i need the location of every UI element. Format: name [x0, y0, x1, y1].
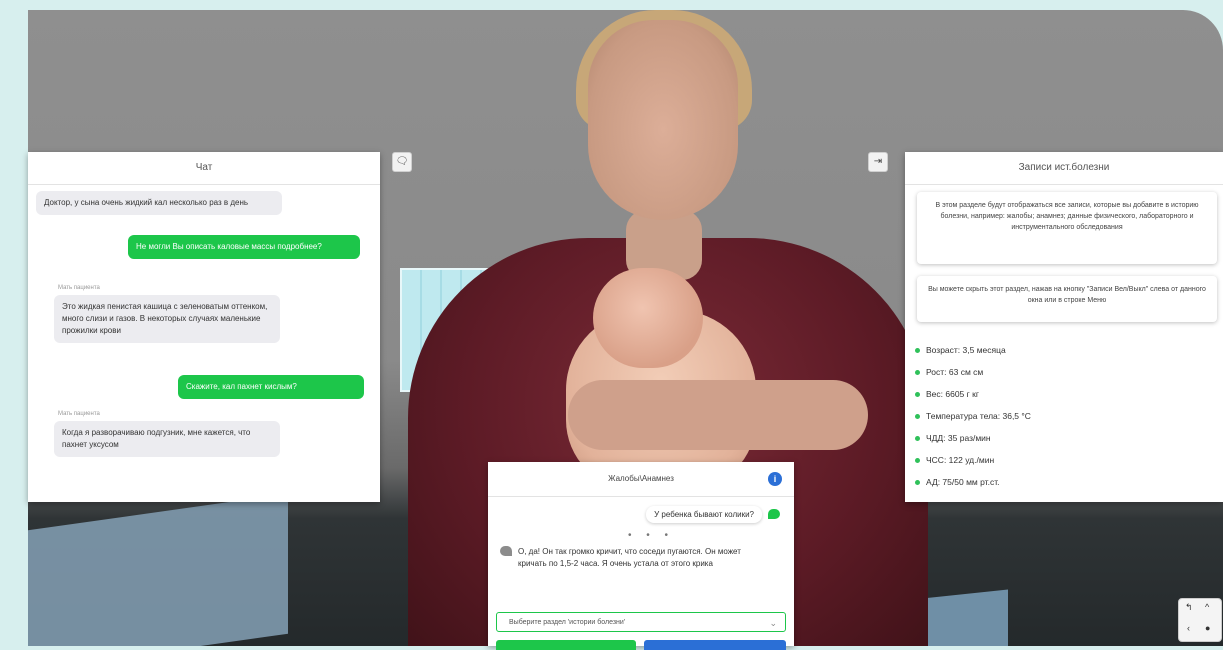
history-section-select[interactable]: Выберите раздел 'истории болезни' ⌄: [496, 612, 786, 632]
history-title: Записи ист.болезни: [905, 152, 1223, 185]
patient-answer: О, да! Он так громко кричит, что соседи …: [518, 547, 741, 568]
message-sender: Мать пациента: [58, 411, 100, 417]
chat-panel: Чат Доктор, у сына очень жидкий кал неск…: [28, 152, 380, 502]
camera-navigation: ↰ ^ ‹ ●: [1178, 598, 1222, 642]
history-record: ЧСС: 122 уд./мин: [915, 452, 1031, 474]
primary-action-button[interactable]: [496, 640, 636, 650]
history-record: ЧДД: 35 раз/мин: [915, 430, 1031, 452]
record-text: Вес: 6605 г кг: [926, 389, 979, 399]
record-text: Температура тела: 36,5 °C: [926, 411, 1031, 421]
baby-avatar-head: [593, 268, 703, 368]
message-text: Когда я разворачиваю подгузник, мне каже…: [62, 428, 251, 449]
message-sender: Мать пациента: [58, 285, 100, 291]
history-record: Возраст: 3,5 месяца: [915, 342, 1031, 364]
info-icon[interactable]: i: [768, 472, 782, 486]
bullet-icon: [915, 458, 920, 464]
complaints-dialog: Жалобы\Анамнез i У ребенка бывают колики…: [488, 462, 794, 650]
chat-title: Чат: [28, 152, 380, 185]
record-text: АД: 75/50 мм рт.ст.: [926, 477, 1000, 487]
bullet-icon: [915, 392, 920, 398]
message-text: Не могли Вы описать каловые массы подроб…: [136, 242, 322, 251]
recenter-icon[interactable]: ●: [1205, 623, 1210, 633]
arrow-left-icon[interactable]: ‹: [1187, 623, 1190, 633]
mother-avatar-head[interactable]: [588, 20, 738, 220]
bullet-icon: [915, 480, 920, 486]
history-record: Рост: 63 см см: [915, 364, 1031, 386]
history-record: Вес: 6605 г кг: [915, 386, 1031, 408]
history-toggle-icon[interactable]: ⇥: [868, 152, 888, 172]
bed: [28, 493, 288, 646]
history-records-list: Возраст: 3,5 месяца Рост: 63 см см Вес: …: [915, 342, 1031, 496]
medical-history-panel: Записи ист.болезни В этом разделе будут …: [905, 152, 1223, 502]
message-text: Скажите, кал пахнет кислым?: [186, 382, 297, 391]
chat-message-doctor: Не могли Вы описать каловые массы подроб…: [128, 235, 360, 259]
bullet-icon: [915, 370, 920, 376]
doctor-question: У ребенка бывают колики?: [646, 506, 762, 523]
secondary-action-button[interactable]: [644, 640, 786, 650]
chevron-down-icon: ⌄: [769, 618, 777, 628]
patient-speech-icon: [500, 546, 512, 556]
record-text: Возраст: 3,5 месяца: [926, 345, 1006, 355]
select-placeholder: Выберите раздел 'истории болезни': [509, 619, 626, 626]
history-record: Температура тела: 36,5 °C: [915, 408, 1031, 430]
doctor-speech-icon: [768, 509, 780, 519]
bullet-icon: [915, 436, 920, 442]
complaints-header: Жалобы\Анамнез i: [488, 462, 794, 497]
record-text: ЧДД: 35 раз/мин: [926, 433, 991, 443]
arrow-up-icon[interactable]: ^: [1205, 602, 1209, 612]
chat-toggle-icon[interactable]: 🗨: [392, 152, 412, 172]
chat-messages[interactable]: Доктор, у сына очень жидкий кал нескольк…: [28, 185, 380, 501]
typing-dots: • • •: [628, 530, 675, 541]
history-record: АД: 75/50 мм рт.ст.: [915, 474, 1031, 496]
complaints-title: Жалобы\Анамнез: [608, 474, 674, 483]
chat-message-patient: Это жидкая пенистая кашица с зеленоватым…: [54, 295, 280, 343]
record-text: Рост: 63 см см: [926, 367, 984, 377]
message-text: Это жидкая пенистая кашица с зеленоватым…: [62, 302, 268, 335]
record-text: ЧСС: 122 уд./мин: [926, 455, 995, 465]
message-text: Доктор, у сына очень жидкий кал нескольк…: [44, 198, 249, 207]
bullet-icon: [915, 414, 920, 420]
bullet-icon: [915, 348, 920, 354]
chat-message-patient: Когда я разворачиваю подгузник, мне каже…: [54, 421, 280, 457]
mother-avatar-arms: [568, 380, 868, 450]
undo-icon[interactable]: ↰: [1185, 602, 1193, 613]
history-hide-hint: Вы можете скрыть этот раздел, нажав на к…: [917, 276, 1217, 322]
history-info-box: В этом разделе будут отображаться все за…: [917, 192, 1217, 264]
chat-message-patient: Доктор, у сына очень жидкий кал нескольк…: [36, 191, 282, 215]
chat-message-doctor: Скажите, кал пахнет кислым?: [178, 375, 364, 399]
